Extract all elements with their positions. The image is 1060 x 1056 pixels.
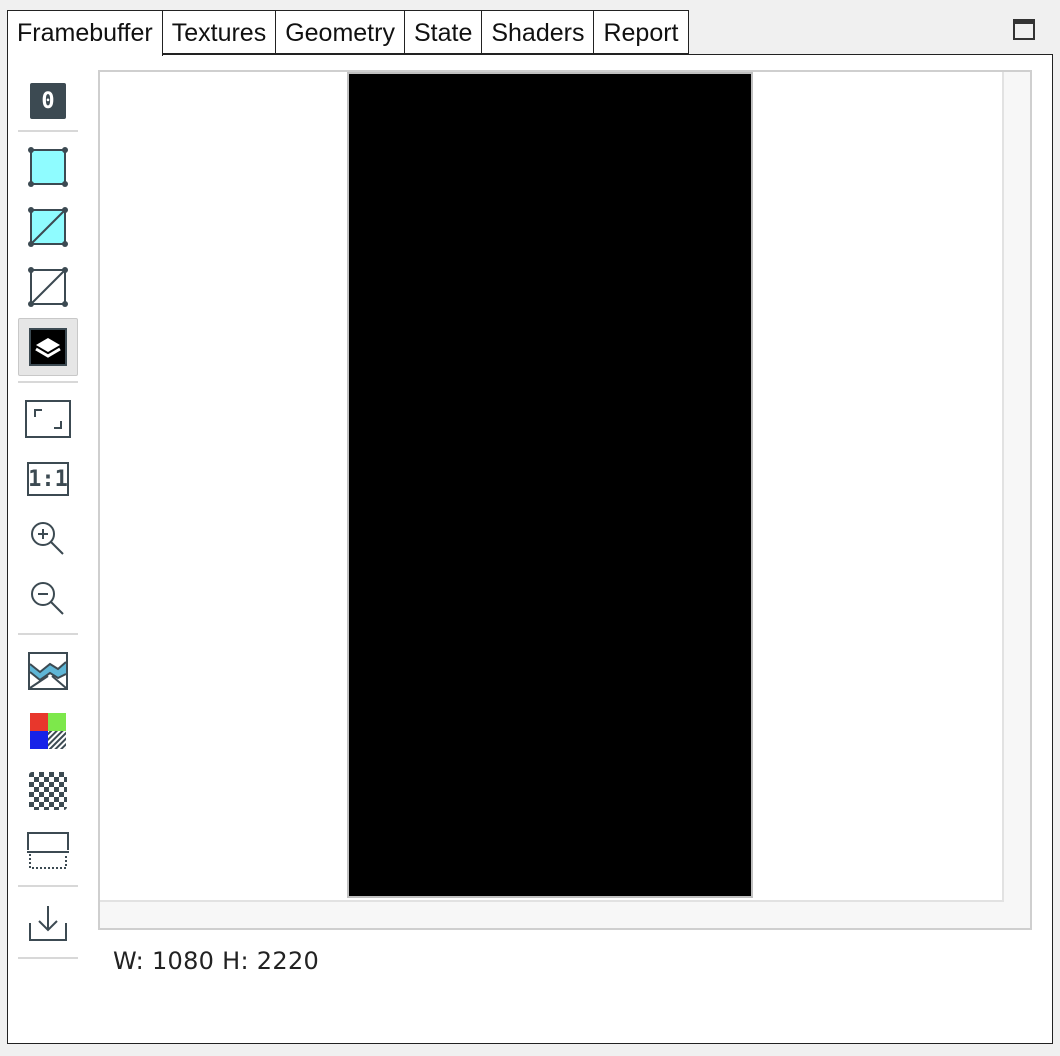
framebuffer-dimensions: W: 1080 H: 2220 (113, 947, 320, 975)
zoom-out-icon (31, 582, 64, 615)
toolbar-separator (18, 633, 78, 635)
tab-bar-baseline (722, 54, 1053, 55)
tab-report[interactable]: Report (594, 10, 689, 54)
toolbar-separator (18, 957, 78, 959)
wireframe-fill-button[interactable] (18, 198, 78, 256)
toolbar-separator (18, 130, 78, 132)
attachment-index-icon: 0 (30, 83, 66, 119)
zoom-out-button[interactable] (18, 570, 78, 628)
wireframe-only-icon (28, 267, 68, 307)
histogram-button[interactable] (18, 642, 78, 700)
framebuffer-image (347, 72, 753, 898)
wireframe-only-button[interactable] (18, 258, 78, 316)
transparency-checkerboard-icon (29, 772, 67, 810)
framebuffer-canvas[interactable] (100, 72, 1004, 902)
toolbar-separator (18, 885, 78, 887)
wireframe-off-icon (28, 147, 68, 187)
tab-textures[interactable]: Textures (162, 10, 277, 54)
histogram-icon (28, 652, 68, 690)
flip-vertical-icon (27, 832, 69, 869)
zoom-actual-icon: 1:1 (27, 462, 69, 496)
zoom-actual-button[interactable]: 1:1 (18, 450, 78, 508)
tab-shaders[interactable]: Shaders (482, 10, 595, 54)
overlay-button[interactable] (18, 318, 78, 376)
color-channels-icon (30, 713, 66, 749)
tab-framebuffer[interactable]: Framebuffer (7, 10, 163, 56)
fit-to-window-button[interactable] (18, 390, 78, 448)
wireframe-off-button[interactable] (18, 138, 78, 196)
overlay-icon (29, 328, 67, 366)
fit-to-window-icon (25, 400, 71, 438)
framebuffer-viewport[interactable] (98, 70, 1032, 930)
save-download-icon (29, 906, 67, 941)
tab-state[interactable]: State (404, 10, 483, 54)
color-channels-button[interactable] (18, 702, 78, 760)
tab-bar: Framebuffer Textures Geometry State Shad… (7, 10, 689, 56)
toolbar-separator (18, 381, 78, 383)
zoom-in-button[interactable] (18, 510, 78, 568)
wireframe-fill-icon (28, 207, 68, 247)
zoom-in-icon (31, 522, 64, 555)
transparency-checkerboard-button[interactable] (18, 762, 78, 820)
tab-geometry[interactable]: Geometry (276, 10, 405, 54)
flip-vertical-button[interactable] (18, 822, 78, 880)
maximize-icon[interactable] (1013, 19, 1035, 40)
save-download-button[interactable] (18, 894, 78, 952)
attachment-select-button[interactable]: 0 (18, 72, 78, 130)
